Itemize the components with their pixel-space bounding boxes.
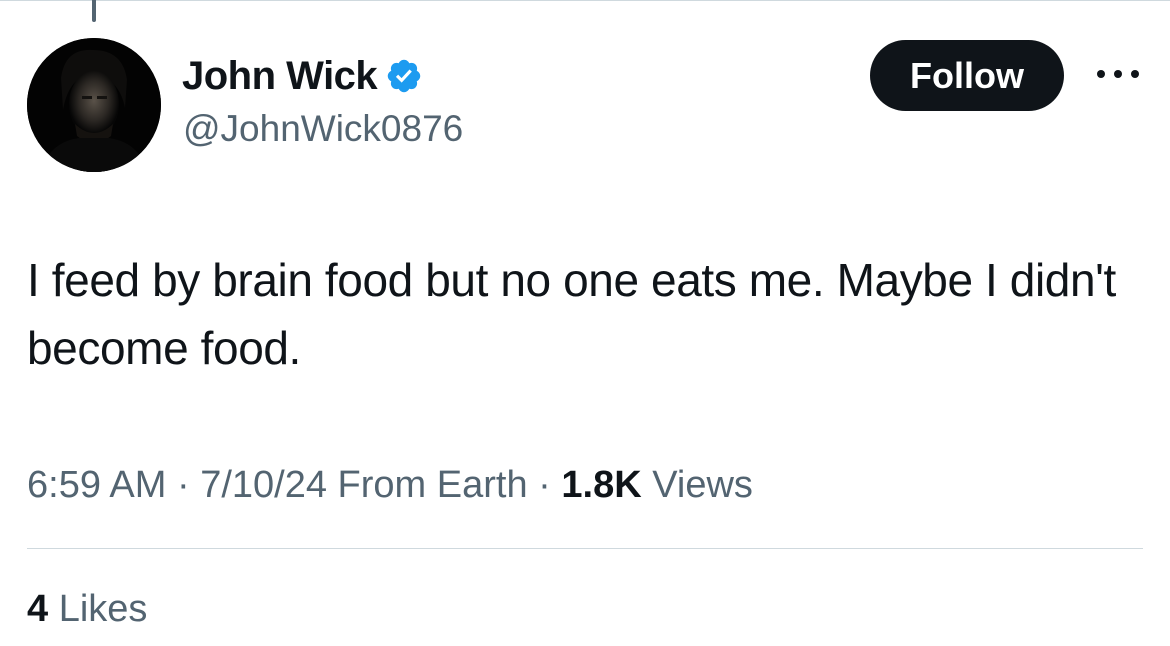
- avatar-photo: [27, 38, 161, 172]
- divider: [27, 548, 1143, 549]
- likes-count: 4: [27, 588, 49, 630]
- meta-separator: ·: [527, 464, 562, 506]
- verified-badge-icon[interactable]: [385, 57, 423, 95]
- likes-label: Likes: [48, 588, 148, 630]
- meta-separator: ·: [166, 464, 201, 506]
- follow-button[interactable]: Follow: [870, 40, 1064, 111]
- views-label: Views: [641, 464, 753, 506]
- views-count: 1.8K: [561, 464, 642, 506]
- likes-link[interactable]: 4 Likes: [27, 584, 147, 634]
- tweet-time[interactable]: 6:59 AM: [27, 464, 166, 506]
- tweet-text: I feed by brain food but no one eats me.…: [27, 254, 1116, 374]
- avatar[interactable]: [27, 38, 161, 172]
- tweet-metadata: 6:59 AM · 7/10/24 From Earth · 1.8K View…: [27, 460, 753, 510]
- author-name-row: John Wick: [182, 52, 423, 100]
- author-handle[interactable]: @JohnWick0876: [183, 106, 463, 152]
- tweet-source: From Earth: [327, 464, 528, 506]
- author-display-name[interactable]: John Wick: [182, 52, 378, 100]
- thread-connector-line: [92, 0, 96, 22]
- tweet-date[interactable]: 7/10/24: [200, 464, 327, 506]
- more-options-icon[interactable]: [1094, 64, 1142, 84]
- top-border: [0, 0, 1170, 1]
